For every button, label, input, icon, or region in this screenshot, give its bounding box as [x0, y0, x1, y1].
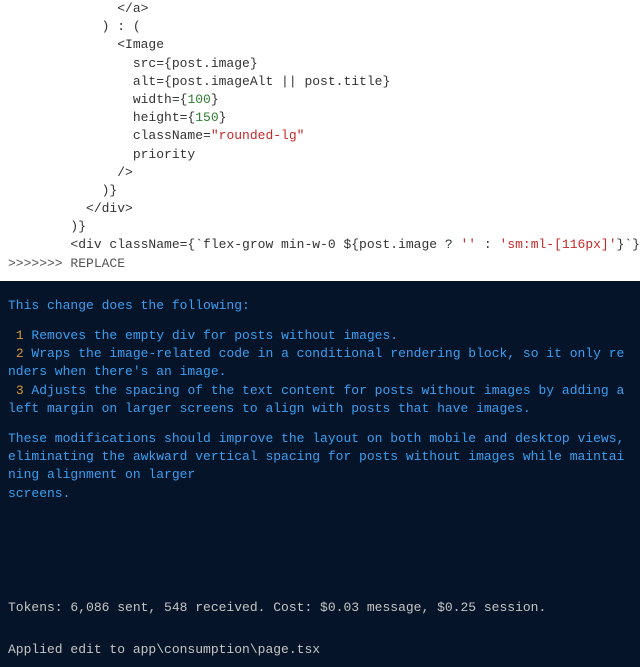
code-line: alt={post.imageAlt || post.title}	[8, 74, 390, 89]
code-line: src={post.image}	[8, 56, 258, 71]
code-line: </div>	[8, 201, 133, 216]
replace-marker: >>>>>>> REPLACE	[8, 256, 125, 271]
code-string: "rounded-lg"	[211, 128, 305, 143]
code-line: )}	[8, 219, 86, 234]
footer: Tokens: 6,086 sent, 548 received. Cost: …	[0, 591, 640, 667]
explanation-block: This change does the following: 1 Remove…	[0, 289, 640, 503]
code-line-part: className=	[8, 128, 211, 143]
code-string: 'sm:ml-[116px]'	[500, 237, 617, 252]
code-line-part: height={	[8, 110, 195, 125]
code-string: ''	[460, 237, 476, 252]
tokens-status: Tokens: 6,086 sent, 548 received. Cost: …	[8, 599, 632, 617]
code-line-part: }	[211, 92, 219, 107]
list-text: Removes the empty div for posts without …	[31, 328, 398, 343]
list-item-3: 3 Adjusts the spacing of the text conten…	[8, 382, 632, 418]
applied-status: Applied edit to app\consumption\page.tsx	[8, 641, 632, 659]
list-text: Wraps the image-related code in a condit…	[8, 346, 624, 379]
explanation-intro: This change does the following:	[8, 297, 632, 315]
code-line-part: :	[476, 237, 499, 252]
code-line: )}	[8, 183, 117, 198]
code-line-part: }	[219, 110, 227, 125]
list-text: Adjusts the spacing of the text content …	[8, 383, 632, 416]
list-item-1: 1 Removes the empty div for posts withou…	[8, 327, 632, 345]
list-number: 2	[8, 346, 31, 361]
list-number: 1	[8, 328, 31, 343]
code-line: ) : (	[8, 19, 141, 34]
code-number: 150	[195, 110, 218, 125]
list-number: 3	[8, 383, 31, 398]
list-item-2: 2 Wraps the image-related code in a cond…	[8, 345, 632, 381]
divider	[0, 281, 640, 289]
code-line: priority	[8, 147, 195, 162]
code-line: <Image	[8, 37, 164, 52]
code-line-part: width={	[8, 92, 187, 107]
code-number: 100	[187, 92, 210, 107]
code-line-part: }`}>	[617, 237, 640, 252]
code-line-part: <div className={`flex-grow min-w-0 ${pos…	[8, 237, 460, 252]
explanation-paragraph: These modifications should improve the l…	[8, 430, 632, 503]
code-line: />	[8, 165, 133, 180]
code-diff-block: </a> ) : ( <Image src={post.image} alt={…	[0, 0, 640, 281]
code-line: </a>	[8, 1, 148, 16]
